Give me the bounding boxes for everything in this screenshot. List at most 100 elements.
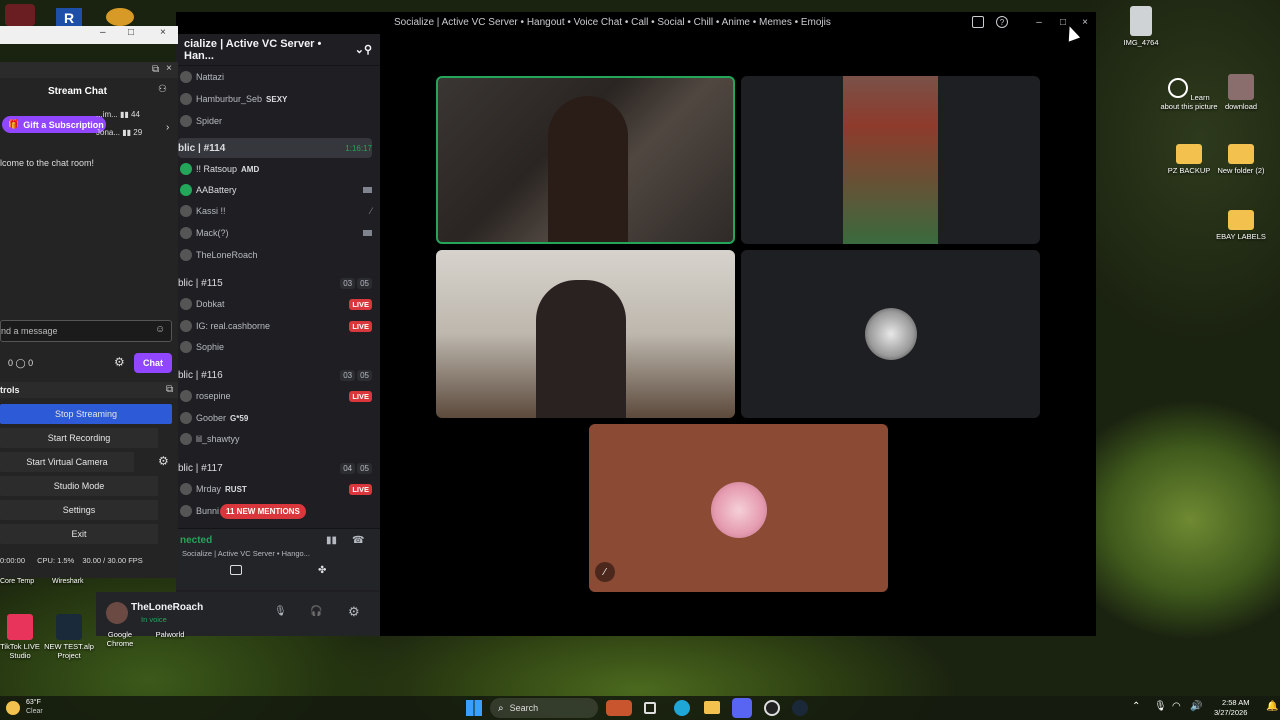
yellow-app-icon[interactable]: [106, 8, 134, 26]
steam-icon[interactable]: [792, 700, 808, 716]
minimize-icon[interactable]: –: [1032, 15, 1046, 29]
emoji-icon[interactable]: ☺: [155, 324, 165, 335]
r-app-icon[interactable]: R: [56, 8, 82, 28]
chevron-right-icon[interactable]: ›: [166, 122, 169, 133]
edge-icon[interactable]: [674, 700, 690, 716]
dock-float-icon[interactable]: ⧉: [166, 384, 173, 395]
voice-user[interactable]: Mack(?): [180, 224, 372, 242]
video-tile-user-1[interactable]: [436, 76, 735, 244]
gear-icon[interactable]: ⚙: [114, 355, 125, 369]
microphone-icon[interactable]: 🎙: [274, 606, 287, 617]
avatar: [180, 205, 192, 217]
voice-channel-117[interactable]: blic | #117 04 05: [178, 458, 372, 478]
desktop-icon-tiktok[interactable]: TikTok LIVE Studio: [0, 614, 46, 660]
chat-message-input[interactable]: nd a message ☺: [0, 320, 172, 342]
wifi-icon[interactable]: ◠: [1172, 701, 1181, 712]
voice-user[interactable]: rosepine LIVE: [180, 387, 372, 405]
gear-icon[interactable]: ⚙: [158, 454, 169, 468]
microphone-icon[interactable]: 🎙: [1154, 701, 1167, 712]
dock-float-icon[interactable]: ⧉: [152, 64, 159, 75]
notification-icon[interactable]: 🔔: [1266, 701, 1278, 712]
discord-icon[interactable]: [732, 698, 752, 718]
desktop-icon-img4764[interactable]: IMG_4764: [1112, 6, 1170, 47]
voice-user[interactable]: Kassi !! ⁄: [180, 202, 372, 220]
gear-icon[interactable]: ⚙: [348, 604, 360, 620]
desktop-icon-new-folder[interactable]: New folder (2): [1212, 144, 1270, 175]
voice-user[interactable]: Nattazi: [180, 68, 372, 86]
file-explorer-icon[interactable]: [704, 701, 720, 714]
server-header[interactable]: cialize | Active VC Server • Han... ⌄ ⚲: [176, 34, 380, 66]
voice-user[interactable]: AABattery: [180, 181, 372, 199]
disconnect-icon[interactable]: ☎: [352, 535, 364, 546]
desktop-icon-label: New folder (2): [1217, 166, 1265, 175]
close-icon[interactable]: ×: [160, 27, 166, 38]
voice-user[interactable]: Hamburbur_Seb SEXY: [180, 90, 372, 108]
taskbar-search[interactable]: ⌕ Search: [490, 698, 598, 718]
voice-user[interactable]: Dobkat LIVE: [180, 295, 372, 313]
voice-channel-116[interactable]: blic | #116 03 05: [178, 365, 372, 385]
obs-icon[interactable]: [764, 700, 780, 716]
voice-channel-114[interactable]: blic | #114 1:16:17: [178, 138, 372, 158]
chevron-up-icon[interactable]: ⌃: [1132, 701, 1140, 712]
user-name: Mrday: [196, 484, 222, 494]
exit-button[interactable]: Exit: [0, 524, 158, 544]
fps-readout: 30.00 / 30.00 FPS: [82, 556, 143, 565]
voice-user[interactable]: Spider: [180, 112, 372, 130]
minimize-icon[interactable]: –: [100, 27, 106, 38]
add-friend-icon[interactable]: ⚲: [364, 43, 372, 56]
weather-icon[interactable]: [6, 701, 20, 715]
speaker-icon[interactable]: 🔊: [1190, 701, 1202, 712]
stop-streaming-button[interactable]: Stop Streaming: [0, 404, 172, 424]
video-tile-user-2[interactable]: [741, 76, 1040, 244]
screen-share-icon[interactable]: [230, 565, 242, 575]
avatar: [180, 483, 192, 495]
voice-tile-user-4[interactable]: [741, 250, 1040, 418]
start-recording-button[interactable]: Start Recording: [0, 428, 158, 448]
voice-user[interactable]: Sophie: [180, 338, 372, 356]
task-view-icon[interactable]: [644, 702, 656, 714]
voice-user[interactable]: !! Ratsoup AMD: [180, 160, 372, 178]
users-icon[interactable]: ⚇: [158, 84, 167, 95]
voice-tile-user-5[interactable]: ⁄: [589, 424, 888, 592]
user-name: TheLoneRoach: [196, 250, 258, 260]
screen-share-icon[interactable]: [972, 16, 984, 28]
desktop-icon-download[interactable]: download: [1212, 74, 1270, 111]
video-tile-user-3[interactable]: [436, 250, 735, 418]
desktop-icon-project[interactable]: NEW TEST.alp Project: [42, 614, 96, 660]
clock-time[interactable]: 2:58 AM: [1222, 698, 1250, 707]
desktop-icon-ebay-labels[interactable]: EBAY LABELS: [1212, 210, 1270, 241]
windows-start-icon[interactable]: [466, 700, 482, 716]
studio-mode-button[interactable]: Studio Mode: [0, 476, 158, 496]
start-virtual-camera-button[interactable]: Start Virtual Camera: [0, 452, 134, 472]
voice-user[interactable]: Goober G*59: [180, 409, 372, 427]
desktop-icon-pz-backup[interactable]: PZ BACKUP: [1160, 144, 1218, 175]
desktop-icon-label: download: [1224, 102, 1258, 111]
channel-user-count: 03: [340, 277, 356, 289]
app-icon[interactable]: [5, 4, 35, 26]
avatar[interactable]: [106, 602, 128, 624]
close-icon[interactable]: ×: [166, 63, 172, 74]
desktop-icon-palworld[interactable]: Palworld: [144, 630, 196, 639]
avatar: [180, 115, 192, 127]
avatar: [180, 227, 192, 239]
voice-user[interactable]: lil_shawtyy: [180, 430, 372, 448]
voice-user[interactable]: Mrday RUST LIVE: [180, 480, 372, 498]
desktop-icon-chrome[interactable]: Google Chrome: [94, 630, 146, 648]
help-icon[interactable]: ?: [996, 16, 1008, 28]
settings-button[interactable]: Settings: [0, 500, 158, 520]
voice-user[interactable]: IG: real.cashborne LIVE: [180, 317, 372, 335]
new-mentions-pill[interactable]: 11 NEW MENTIONS: [220, 504, 306, 519]
taskbar-widget-icon[interactable]: [606, 700, 632, 716]
chat-send-button[interactable]: Chat: [134, 353, 172, 373]
desktop-icon-learn-picture[interactable]: Learn about this picture: [1160, 78, 1218, 111]
activities-icon[interactable]: ✤: [318, 565, 326, 576]
voice-user[interactable]: TheLoneRoach: [180, 246, 372, 264]
headphones-icon[interactable]: 🎧: [310, 606, 322, 617]
gift-subscription-button[interactable]: 🎁 Gift a Subscription: [2, 116, 106, 133]
close-icon[interactable]: ×: [1078, 15, 1092, 29]
connection-channel[interactable]: Socialize | Active VC Server • Hango...: [182, 549, 310, 558]
clock-date[interactable]: 3/27/2026: [1214, 708, 1247, 717]
voice-waveform-icon[interactable]: ▮▮: [326, 535, 337, 546]
maximize-icon[interactable]: □: [128, 27, 134, 38]
voice-channel-115[interactable]: blic | #115 03 05: [178, 273, 372, 293]
